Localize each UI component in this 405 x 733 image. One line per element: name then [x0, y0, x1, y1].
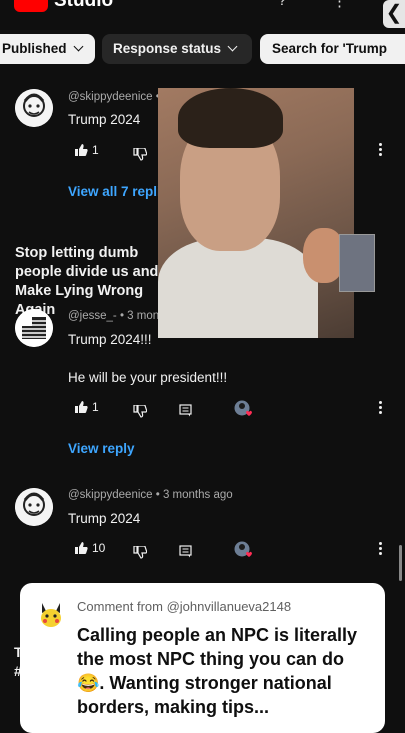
- chevron-down-icon: [73, 41, 83, 52]
- scrollbar[interactable]: [399, 545, 402, 581]
- thumb-down-icon[interactable]: [133, 148, 147, 161]
- top-bar: Studio ? ⋮: [0, 0, 405, 18]
- published-label: Published: [2, 41, 67, 56]
- comment-text-line-2: He will be your president!!!: [68, 370, 228, 385]
- pikachu-avatar-icon: [38, 601, 64, 636]
- thumb-down-icon[interactable]: [133, 546, 147, 559]
- comment-meta: @skippydeenice • 3 months ago: [68, 489, 233, 501]
- pip-thumbnail: [339, 234, 375, 292]
- more-vert-icon[interactable]: [379, 542, 383, 557]
- sketch-avatar-icon: [15, 89, 53, 127]
- creator-heart-icon[interactable]: [234, 400, 254, 417]
- chevron-down-icon: [227, 41, 238, 52]
- sketch-avatar-icon: [15, 488, 53, 526]
- back-button[interactable]: ❮: [383, 0, 405, 28]
- reply-icon[interactable]: [179, 404, 192, 417]
- person-shirt: [158, 238, 318, 338]
- help-icon[interactable]: ?: [278, 0, 286, 9]
- like-count: 1: [92, 143, 99, 157]
- avatar[interactable]: [15, 309, 53, 347]
- response-status-filter-chip[interactable]: Response status: [102, 34, 252, 64]
- thumb-down-icon[interactable]: [133, 405, 147, 418]
- avatar[interactable]: [15, 488, 53, 526]
- person-hair: [178, 88, 283, 148]
- popup-comment-body: Calling people an NPC is literally the m…: [77, 625, 358, 717]
- reaction-video-overlay: [158, 88, 354, 338]
- comment-text: Trump 2024: [68, 511, 141, 526]
- flag-avatar-icon: [15, 309, 53, 347]
- more-vert-icon[interactable]: [379, 401, 383, 416]
- more-vert-top-icon[interactable]: ⋮: [332, 0, 347, 10]
- thumb-up-icon[interactable]: [74, 541, 88, 554]
- like-count: 10: [92, 541, 106, 555]
- avatar[interactable]: [15, 89, 53, 127]
- more-vert-icon[interactable]: [379, 143, 383, 158]
- comment-popup-card: Comment from @johnvillanueva2148 Calling…: [20, 583, 385, 733]
- reply-icon[interactable]: [179, 545, 192, 558]
- view-reply-link[interactable]: View reply: [68, 441, 135, 456]
- search-filter-chip[interactable]: Search for 'Trump: [260, 34, 405, 64]
- like-count: 1: [92, 400, 99, 414]
- search-filter-label: Search for 'Trump: [272, 41, 387, 56]
- popup-comment-author: Comment from @johnvillanueva2148: [77, 599, 292, 614]
- app-title: Studio: [54, 0, 114, 11]
- studio-logo-icon[interactable]: [14, 0, 48, 12]
- published-filter-chip[interactable]: Published: [0, 34, 95, 64]
- response-status-label: Response status: [113, 41, 222, 56]
- creator-heart-icon[interactable]: [234, 541, 254, 558]
- thumb-up-icon[interactable]: [74, 143, 88, 156]
- filter-bar: Published Response status Search for 'Tr…: [0, 34, 405, 66]
- comment-text: Trump 2024: [68, 112, 141, 127]
- thumb-up-icon[interactable]: [74, 400, 88, 413]
- comment-text: Trump 2024!!!: [68, 332, 152, 347]
